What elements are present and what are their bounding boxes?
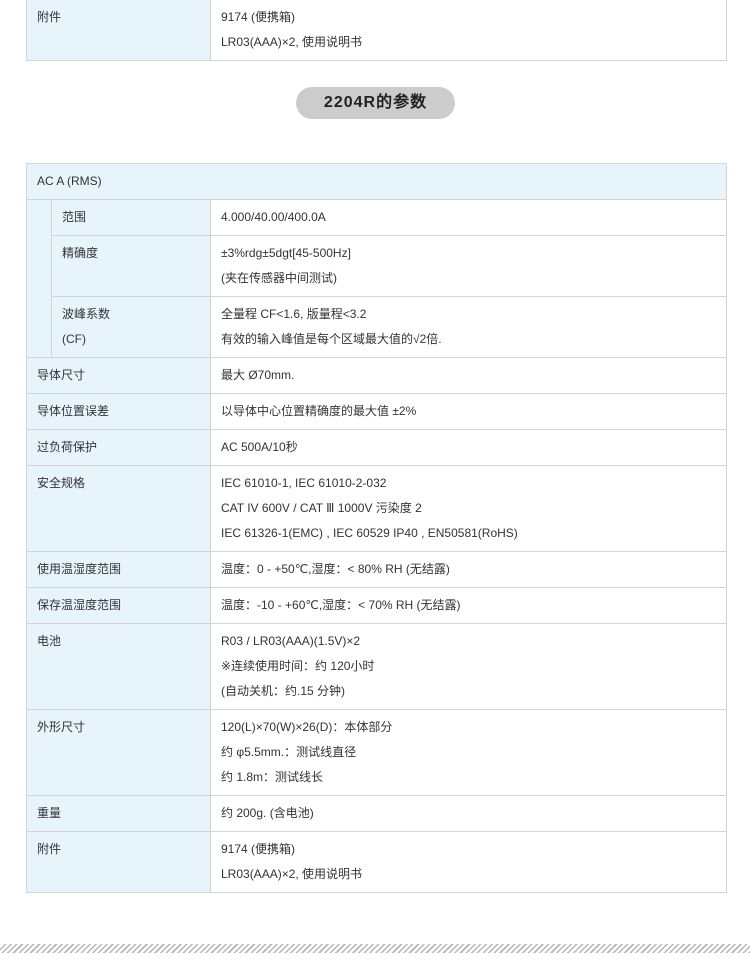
hatch-divider: [0, 944, 750, 953]
row-label: 电池: [26, 623, 211, 710]
label-line: (CF): [62, 332, 86, 346]
row-value: 温度：-10 - +60℃,湿度：< 70% RH (无结露): [210, 587, 727, 624]
row-value: ±3%rdg±5dgt[45-500Hz] (夹在传感器中间测试): [210, 235, 727, 297]
row-value: 最大 Ø70mm.: [210, 357, 727, 394]
table-row: 保存温湿度范围 温度：-10 - +60℃,湿度：< 70% RH (无结露): [26, 587, 727, 624]
row-label: 波峰系数 (CF): [51, 296, 211, 358]
row-label: 过负荷保护: [26, 429, 211, 466]
value-line: 120(L)×70(W)×26(D)：本体部分: [221, 720, 393, 734]
row-label: 导体位置误差: [26, 393, 211, 430]
row-label: 范围: [51, 199, 211, 236]
table-row: 重量 约 200g. (含电池): [26, 795, 727, 832]
row-value: 9174 (便携箱) LR03(AAA)×2, 使用说明书: [210, 831, 727, 893]
value-line: ※连续使用时间：约 120小时: [221, 659, 375, 673]
value-line: (自动关机：约.15 分钟): [221, 684, 346, 698]
table-row: 精确度 ±3%rdg±5dgt[45-500Hz] (夹在传感器中间测试): [27, 235, 727, 297]
value-line: ±3%rdg±5dgt[45-500Hz]: [221, 246, 351, 260]
row-label: 精确度: [51, 235, 211, 297]
table-row: 导体尺寸 最大 Ø70mm.: [26, 357, 727, 394]
row-value: 120(L)×70(W)×26(D)：本体部分 约 φ5.5mm.：测试线直径 …: [210, 709, 727, 796]
value-line: (夹在传感器中间测试): [221, 271, 337, 285]
row-label: 附件: [26, 831, 211, 893]
row-value: R03 / LR03(AAA)(1.5V)×2 ※连续使用时间：约 120小时 …: [210, 623, 727, 710]
row-value: 以导体中心位置精确度的最大值 ±2%: [210, 393, 727, 430]
row-value: 约 200g. (含电池): [210, 795, 727, 832]
row-label: 重量: [26, 795, 211, 832]
value-line: CAT IV 600V / CAT Ⅲ 1000V 污染度 2: [221, 501, 422, 515]
row-value: 4.000/40.00/400.0A: [210, 199, 727, 236]
value-line: 全量程 CF<1.6, 版量程<3.2: [221, 307, 367, 321]
value-line: 约 φ5.5mm.：测试线直径: [221, 745, 357, 759]
value-line: 约 200g. (含电池): [221, 806, 314, 820]
table-row: 电池 R03 / LR03(AAA)(1.5V)×2 ※连续使用时间：约 120…: [26, 623, 727, 710]
indent-cell: [26, 199, 52, 358]
table-row: 过负荷保护 AC 500A/10秒: [26, 429, 727, 466]
table-row: AC A (RMS): [26, 163, 727, 200]
value-line: LR03(AAA)×2, 使用说明书: [221, 35, 363, 49]
row-value: 温度：0 - +50℃,湿度：< 80% RH (无结露): [210, 551, 727, 588]
row-value: 全量程 CF<1.6, 版量程<3.2 有效的输入峰值是每个区域最大值的√2倍.: [210, 296, 727, 358]
value-line: 温度：-10 - +60℃,湿度：< 70% RH (无结露): [221, 598, 461, 612]
section-title: 2204R的参数: [296, 87, 455, 119]
table-row: 外形尺寸 120(L)×70(W)×26(D)：本体部分 约 φ5.5mm.：测…: [26, 709, 727, 796]
value-line: 约 1.8m：测试线长: [221, 770, 324, 784]
value-line: 最大 Ø70mm.: [221, 368, 295, 382]
value-line: 9174 (便携箱): [221, 842, 296, 856]
row-label: 附件: [26, 0, 211, 61]
value-line: 有效的输入峰值是每个区域最大值的√2倍.: [221, 332, 442, 346]
table-row: 附件 9174 (便携箱) LR03(AAA)×2, 使用说明书: [26, 0, 727, 61]
row-value: 9174 (便携箱) LR03(AAA)×2, 使用说明书: [210, 0, 727, 61]
table-row: 附件 9174 (便携箱) LR03(AAA)×2, 使用说明书: [26, 831, 727, 893]
table-row: 使用温湿度范围 温度：0 - +50℃,湿度：< 80% RH (无结露): [26, 551, 727, 588]
row-label: 安全规格: [26, 465, 211, 552]
value-line: AC 500A/10秒: [221, 440, 298, 454]
value-line: 9174 (便携箱): [221, 10, 296, 24]
spec-table: AC A (RMS) 范围 4.000/40.00/400.0A 精确度 ±3%…: [26, 163, 727, 893]
value-line: 温度：0 - +50℃,湿度：< 80% RH (无结露): [221, 562, 450, 576]
label-line: 波峰系数: [62, 307, 111, 321]
section-header: AC A (RMS): [26, 163, 727, 200]
value-line: R03 / LR03(AAA)(1.5V)×2: [221, 634, 361, 648]
row-label: 使用温湿度范围: [26, 551, 211, 588]
top-spec-table: 附件 9174 (便携箱) LR03(AAA)×2, 使用说明书: [26, 0, 727, 61]
table-row: 波峰系数 (CF) 全量程 CF<1.6, 版量程<3.2 有效的输入峰值是每个…: [27, 296, 727, 358]
row-value: AC 500A/10秒: [210, 429, 727, 466]
table-row: 安全规格 IEC 61010-1, IEC 61010-2-032 CAT IV…: [26, 465, 727, 552]
value-line: LR03(AAA)×2, 使用说明书: [221, 867, 363, 881]
table-row: 范围 4.000/40.00/400.0A: [26, 199, 727, 358]
row-value: IEC 61010-1, IEC 61010-2-032 CAT IV 600V…: [210, 465, 727, 552]
table-row: 导体位置误差 以导体中心位置精确度的最大值 ±2%: [26, 393, 727, 430]
value-line: 以导体中心位置精确度的最大值 ±2%: [221, 404, 417, 418]
value-line: IEC 61326-1(EMC) , IEC 60529 IP40 , EN50…: [221, 526, 518, 540]
value-line: IEC 61010-1, IEC 61010-2-032: [221, 476, 387, 490]
row-label: 保存温湿度范围: [26, 587, 211, 624]
row-label: 导体尺寸: [26, 357, 211, 394]
row-label: 外形尺寸: [26, 709, 211, 796]
